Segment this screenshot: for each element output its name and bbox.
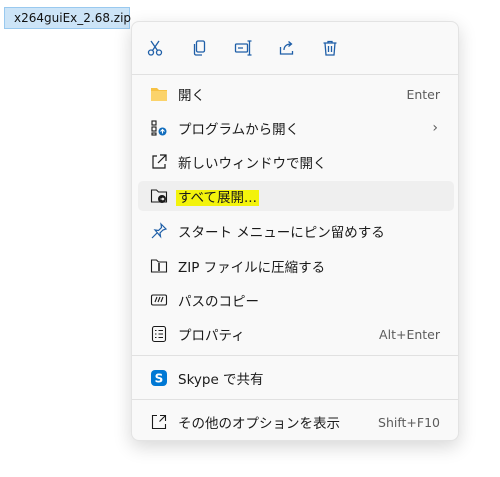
context-menu: 開く Enter プログラムから開く › 新しいウィンドウで開く すべて展開..… xyxy=(131,21,459,441)
open-new-window-icon xyxy=(152,154,167,169)
folder-icon xyxy=(151,88,167,101)
menu-item-compress-zip-label: ZIP ファイルに圧縮する xyxy=(178,260,326,276)
pin-icon xyxy=(151,222,168,239)
divider xyxy=(132,355,458,356)
share-button[interactable] xyxy=(275,36,299,60)
menu-item-open-with-label: プログラムから開く xyxy=(178,122,300,138)
menu-item-more-options-shortcut: Shift+F10 xyxy=(378,414,440,430)
menu-item-more-options[interactable]: その他のオプションを表示 Shift+F10 xyxy=(138,407,454,437)
quick-actions-toolbar xyxy=(132,36,458,60)
menu-item-pin-start-label: スタート メニューにピン留めする xyxy=(178,225,385,241)
menu-item-open-new-window[interactable]: 新しいウィンドウで開く xyxy=(138,147,454,177)
menu-item-properties-label: プロパティ xyxy=(178,328,245,344)
copy-button[interactable] xyxy=(188,36,212,60)
chevron-right-icon: › xyxy=(432,120,438,136)
rename-icon xyxy=(234,40,252,56)
menu-item-extract-all[interactable]: すべて展開... xyxy=(138,181,454,211)
rename-button[interactable] xyxy=(231,36,255,60)
copy-icon xyxy=(193,40,206,56)
selected-file-item[interactable]: x264guiEx_2.68.zip xyxy=(4,7,132,29)
menu-item-extract-all-label: すべて展開... xyxy=(176,186,259,206)
copy-path-icon xyxy=(150,294,168,306)
extract-all-highlight: すべて展開... xyxy=(176,190,259,206)
menu-item-properties-shortcut: Alt+Enter xyxy=(379,326,440,342)
file-name: x264guiEx_2.68.zip xyxy=(14,11,132,25)
skype-icon: S xyxy=(151,370,167,386)
menu-item-open-label: 開く xyxy=(178,88,205,104)
menu-item-skype-share-label: Skype で共有 xyxy=(178,372,264,388)
menu-item-copy-path-label: パスのコピー xyxy=(178,294,259,310)
menu-item-skype-share[interactable]: S Skype で共有 xyxy=(138,363,454,393)
divider xyxy=(132,399,458,400)
cut-button[interactable] xyxy=(143,36,167,60)
menu-item-pin-start[interactable]: スタート メニューにピン留めする xyxy=(138,216,454,246)
menu-item-open-shortcut: Enter xyxy=(406,86,440,102)
divider xyxy=(132,74,458,75)
menu-item-open-new-window-label: 新しいウィンドウで開く xyxy=(178,156,327,172)
menu-item-compress-zip[interactable]: ZIP ファイルに圧縮する xyxy=(138,251,454,281)
svg-text:S: S xyxy=(155,372,164,386)
share-icon xyxy=(279,41,294,55)
open-with-icon xyxy=(151,120,167,136)
cut-icon xyxy=(147,40,163,56)
properties-icon xyxy=(151,325,167,343)
menu-item-copy-path[interactable]: パスのコピー xyxy=(138,285,454,315)
menu-item-open-with[interactable]: プログラムから開く › xyxy=(138,113,454,143)
extract-folder-icon xyxy=(150,189,168,203)
menu-item-more-options-label: その他のオプションを表示 xyxy=(178,416,340,432)
delete-icon xyxy=(323,40,337,56)
menu-item-open[interactable]: 開く Enter xyxy=(138,79,454,109)
delete-button[interactable] xyxy=(318,36,342,60)
menu-item-properties[interactable]: プロパティ Alt+Enter xyxy=(138,319,454,349)
more-options-icon xyxy=(151,414,167,430)
zip-icon xyxy=(150,259,168,273)
